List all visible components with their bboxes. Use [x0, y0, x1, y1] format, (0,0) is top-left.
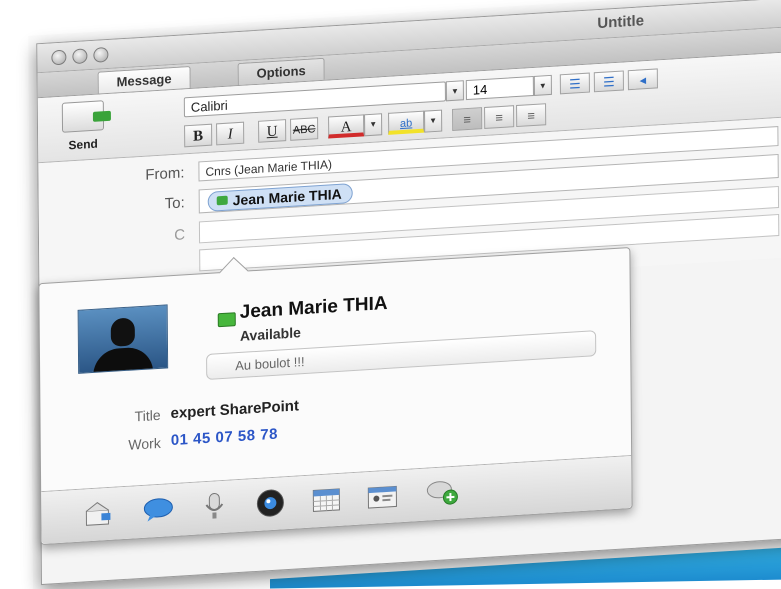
close-window-button[interactable] [51, 49, 67, 66]
font-size-dropdown-button[interactable]: ▼ [533, 74, 552, 96]
webcam-icon [256, 489, 284, 517]
schedule-meeting-button[interactable] [309, 484, 343, 516]
strikethrough-button[interactable]: ABC [290, 117, 319, 141]
work-phone-link[interactable]: 01 45 07 58 78 [171, 426, 278, 450]
avatar [77, 304, 169, 374]
call-button[interactable] [197, 490, 231, 522]
underline-button[interactable]: U [258, 119, 287, 143]
highlight-icon: ab [399, 117, 413, 131]
italic-button[interactable]: I [216, 121, 245, 146]
align-left-button[interactable]: ≡ [452, 107, 483, 131]
align-right-button[interactable]: ≡ [516, 103, 547, 128]
title-label: Title [134, 406, 161, 425]
send-button[interactable]: Send [54, 100, 112, 158]
to-label: To: [164, 194, 185, 213]
font-size-field[interactable]: 14 [465, 75, 534, 101]
font-name-dropdown-button[interactable]: ▼ [445, 80, 464, 102]
calendar-icon [312, 488, 340, 512]
recipient-name: Jean Marie THIA [232, 185, 342, 209]
bullet-list-button[interactable]: ☰ [559, 72, 590, 95]
recipient-chip[interactable]: Jean Marie THIA [207, 183, 353, 212]
minimize-window-button[interactable] [72, 48, 88, 65]
zoom-window-button[interactable] [93, 46, 109, 63]
font-color-button[interactable]: A [328, 114, 365, 139]
cc-label: C [174, 226, 186, 244]
align-center-button[interactable]: ≡ [484, 105, 515, 129]
add-chat-icon [426, 481, 458, 505]
view-contact-button[interactable] [365, 480, 399, 512]
screenshot-frame: Untitle Message Options Send Calibri ▼ 1… [26, 0, 781, 586]
microphone-icon [205, 492, 224, 519]
chat-button[interactable] [141, 494, 175, 526]
video-call-button[interactable] [253, 487, 287, 519]
highlight-button[interactable]: ab [388, 110, 425, 135]
numbered-list-button[interactable]: ☰ [593, 70, 624, 93]
email-icon [85, 502, 111, 526]
bullet-list-icon: ☰ [568, 76, 581, 92]
contact-name: Jean Marie THIA [239, 292, 388, 323]
add-to-chat-button[interactable] [425, 477, 459, 509]
title-value: expert SharePoint [170, 397, 300, 423]
presence-available-icon [217, 312, 236, 328]
indent-icon: ◂ [639, 72, 647, 88]
work-label: Work [128, 434, 161, 453]
font-color-dropdown-button[interactable]: ▼ [364, 113, 383, 137]
numbered-list-icon: ☰ [602, 74, 615, 90]
chat-icon [143, 498, 173, 522]
align-left-icon: ≡ [463, 111, 472, 128]
window-controls [51, 46, 109, 66]
contact-card-icon [367, 485, 397, 509]
indent-button[interactable]: ◂ [627, 68, 658, 91]
bold-button[interactable]: B [184, 123, 213, 148]
align-center-icon: ≡ [495, 109, 504, 126]
availability-status: Available [239, 324, 301, 344]
align-right-icon: ≡ [527, 107, 535, 124]
email-button[interactable] [81, 498, 115, 530]
contact-card: Jean Marie THIA Available Au boulot !!! … [38, 247, 633, 546]
presence-status-icon [216, 195, 228, 206]
highlight-dropdown-button[interactable]: ▼ [424, 109, 443, 133]
send-label: Send [68, 136, 98, 153]
from-label: From: [145, 164, 185, 184]
send-icon [61, 100, 105, 133]
window-title: Untitle [597, 12, 645, 33]
